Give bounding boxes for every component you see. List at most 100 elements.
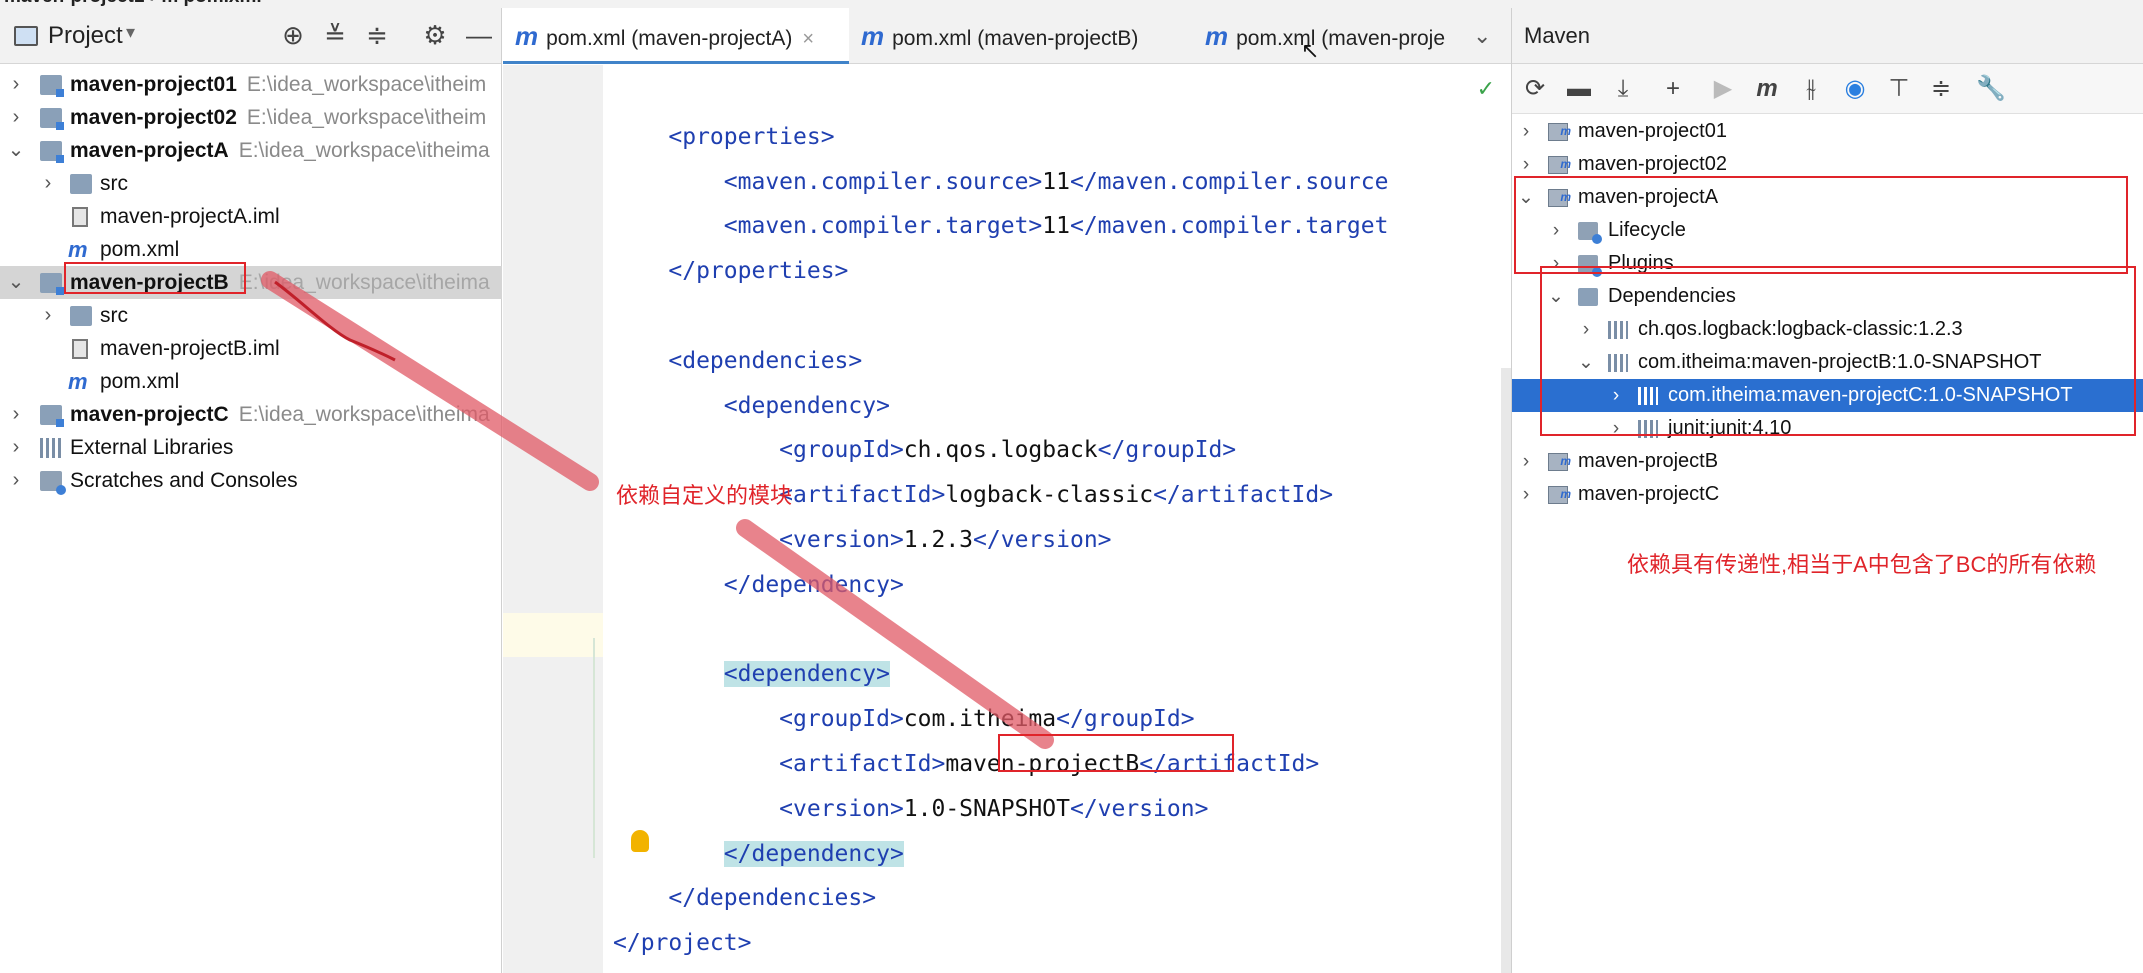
chevron-right-icon[interactable]: › (6, 101, 26, 134)
tree-item-path: E:\idea_workspace\itheim (246, 73, 487, 96)
tree-item-external-libraries[interactable]: › External Libraries (0, 431, 502, 464)
xml-close-tag: </version> (973, 527, 1112, 553)
tabs-overflow-chevron-icon[interactable]: ⌄ (1473, 8, 1503, 64)
maven-file-icon: m (861, 21, 885, 51)
tree-item-path: E:\idea_workspace\itheim (246, 106, 487, 129)
chevron-right-icon[interactable]: › (6, 68, 26, 101)
add-icon[interactable]: + (1658, 74, 1688, 104)
chevron-right-icon[interactable]: › (1516, 445, 1536, 478)
highlight-box-projectA (1514, 176, 2128, 274)
tree-item-src[interactable]: › src (0, 299, 502, 332)
code-line: </project> (613, 930, 751, 956)
maven-item-label: maven-projectC (1578, 483, 1720, 505)
tree-item-label: maven-project01 (70, 73, 237, 96)
highlight-box-projectB (64, 262, 246, 294)
tree-item-iml[interactable]: maven-projectA.iml (0, 200, 502, 233)
tree-item-iml[interactable]: maven-projectB.iml (0, 332, 502, 365)
xml-open-tag: <properties> (668, 123, 835, 150)
tree-item-label: maven-projectC (70, 403, 229, 426)
skip-tests-icon[interactable]: ⫳ (1796, 74, 1826, 104)
locate-icon[interactable]: ⊕ (278, 20, 308, 51)
maven-item-projectB[interactable]: › maven-projectB (1512, 445, 2143, 478)
close-icon[interactable]: × (802, 28, 814, 50)
offline-mode-icon[interactable]: ◉ (1840, 74, 1870, 104)
code-line: </dependency> (613, 840, 904, 867)
collapse-all-icon[interactable]: ≑ (1926, 74, 1956, 104)
lightbulb-icon[interactable] (631, 830, 649, 852)
chevron-right-icon[interactable]: › (6, 431, 26, 464)
maven-toolbar: ⟳ ▬ ⤓ + ▶ m ⫳ ◉ ⊤ ≑ 🔧 (1512, 64, 2143, 114)
tab-pom-projectA[interactable]: m pom.xml (maven-projectA) × (503, 8, 849, 64)
ide-window: maven-project1 › m pom.xml Project ▾ ⊕ ≚… (0, 0, 2143, 973)
project-panel-header: Project ▾ ⊕ ≚ ≑ ⚙ — (0, 8, 501, 64)
tab-pom-projectB[interactable]: m pom.xml (maven-projectB) (849, 8, 1193, 64)
change-marker (593, 638, 595, 858)
maven-panel-header: Maven (1512, 8, 2143, 64)
tree-item-maven-project01[interactable]: › maven-project01 E:\idea_workspace\ithei… (0, 68, 502, 101)
library-icon (40, 438, 62, 458)
chevron-right-icon[interactable]: › (6, 398, 26, 431)
run-icon[interactable]: ▶ (1708, 74, 1738, 104)
code-line: </dependencies> (613, 885, 876, 911)
xml-close-tag: </maven.compiler.source (1069, 168, 1389, 195)
wrench-icon[interactable]: 🔧 (1976, 74, 2006, 104)
generate-sources-icon[interactable]: ▬ (1564, 74, 1594, 104)
tree-item-path: E:\idea_workspace\itheima (238, 271, 490, 294)
chevron-right-icon[interactable]: › (38, 167, 58, 200)
window-title: maven-project1 › m pom.xml (4, 0, 262, 8)
editor-scrollbar[interactable] (1501, 368, 1511, 973)
code-editor[interactable]: 1011 <properties>12 <maven.compiler.sour… (603, 65, 1511, 973)
maven-file-icon: m (1205, 21, 1229, 51)
xml-open-tag: </dependencies> (668, 885, 877, 912)
tree-item-label: maven-project02 (70, 106, 237, 129)
chevron-down-icon[interactable]: ⌄ (6, 134, 26, 167)
xml-value: 11 (1042, 213, 1070, 240)
hide-icon[interactable]: — (464, 20, 494, 51)
module-folder-icon (40, 405, 64, 427)
chevron-right-icon[interactable]: › (1516, 478, 1536, 511)
tree-item-scratches[interactable]: › Scratches and Consoles (0, 464, 502, 497)
maven-item-project01[interactable]: › maven-project01 (1512, 115, 2143, 148)
xml-open-tag: <dependency> (723, 392, 890, 419)
tab-pom-projectC[interactable]: m pom.xml (maven-proje (1193, 8, 1463, 64)
chevron-right-icon[interactable]: › (1516, 115, 1536, 148)
chevron-down-icon[interactable]: ▾ (126, 22, 135, 43)
chevron-right-icon[interactable]: › (38, 299, 58, 332)
maven-item-label: maven-projectB (1578, 450, 1719, 472)
xml-open-tag: <groupId> (779, 706, 904, 733)
expand-all-icon[interactable]: ≚ (320, 20, 350, 51)
chevron-down-icon[interactable]: ⌄ (6, 266, 26, 299)
xml-open-tag: <dependency> (723, 661, 890, 688)
xml-open-tag: </properties> (668, 258, 849, 285)
chevron-right-icon[interactable]: › (6, 464, 26, 497)
tree-item-label: maven-projectA.iml (100, 205, 280, 228)
tree-item-maven-projectC[interactable]: › maven-projectC E:\idea_workspace\itheim… (0, 398, 502, 431)
tree-item-maven-projectA[interactable]: ⌄ maven-projectA E:\idea_workspace\itheim… (0, 134, 502, 167)
xml-value: 1.2.3 (903, 527, 974, 553)
project-panel-title[interactable]: Project (48, 22, 123, 50)
gear-icon[interactable]: ⚙ (420, 20, 450, 51)
show-dependencies-icon[interactable]: ⊤ (1884, 74, 1914, 104)
tree-item-maven-project02[interactable]: › maven-project02 E:\idea_workspace\ithei… (0, 101, 502, 134)
code-line: <version>1.0-SNAPSHOT</version> (613, 796, 1208, 822)
download-icon[interactable]: ⤓ (1608, 74, 1638, 104)
xml-open-tag: <artifactId> (779, 482, 946, 509)
maven-item-projectC[interactable]: › maven-projectC (1512, 478, 2143, 511)
xml-close-tag: </version> (1069, 795, 1209, 822)
editor-gutter (503, 65, 603, 973)
tree-item-src[interactable]: › src (0, 167, 502, 200)
collapse-all-icon[interactable]: ≑ (362, 20, 392, 51)
reload-icon[interactable]: ⟳ (1520, 74, 1550, 104)
maven-panel: Maven ⟳ ▬ ⤓ + ▶ m ⫳ ◉ ⊤ ≑ 🔧 › maven-proj… (1511, 8, 2143, 973)
iml-file-icon (72, 207, 88, 227)
tree-item-label: maven-projectA (70, 139, 229, 162)
execute-goal-icon[interactable]: m (1752, 74, 1782, 104)
maven-item-label: maven-project01 (1578, 120, 1727, 142)
tree-item-pom[interactable]: m pom.xml (0, 365, 502, 398)
